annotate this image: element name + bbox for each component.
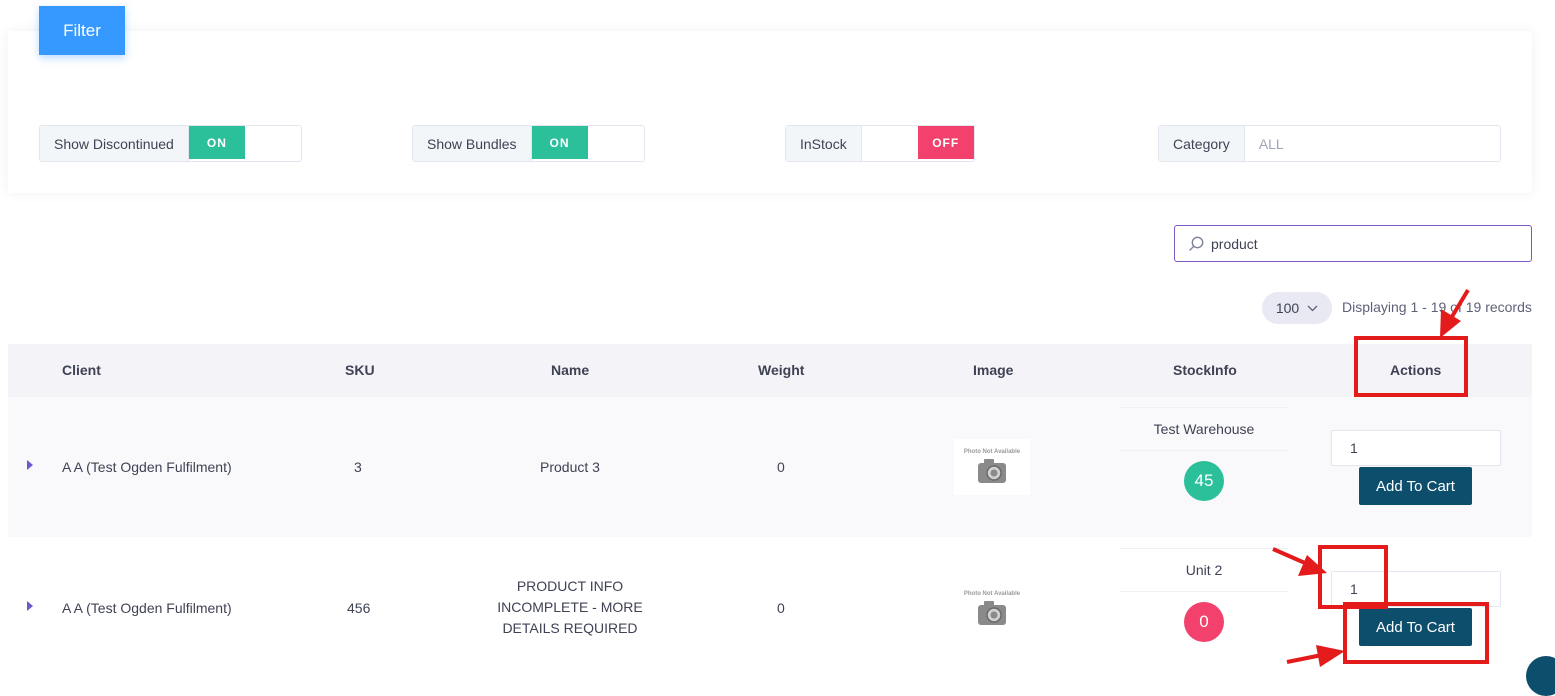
filter-button[interactable]: Filter [39, 6, 125, 55]
chat-widget-icon[interactable] [1526, 656, 1555, 696]
annotation-arrows [1272, 288, 1470, 667]
arrow-icon [1272, 547, 1327, 576]
arrow-icon [1440, 288, 1470, 338]
arrow-icon [1286, 645, 1345, 667]
